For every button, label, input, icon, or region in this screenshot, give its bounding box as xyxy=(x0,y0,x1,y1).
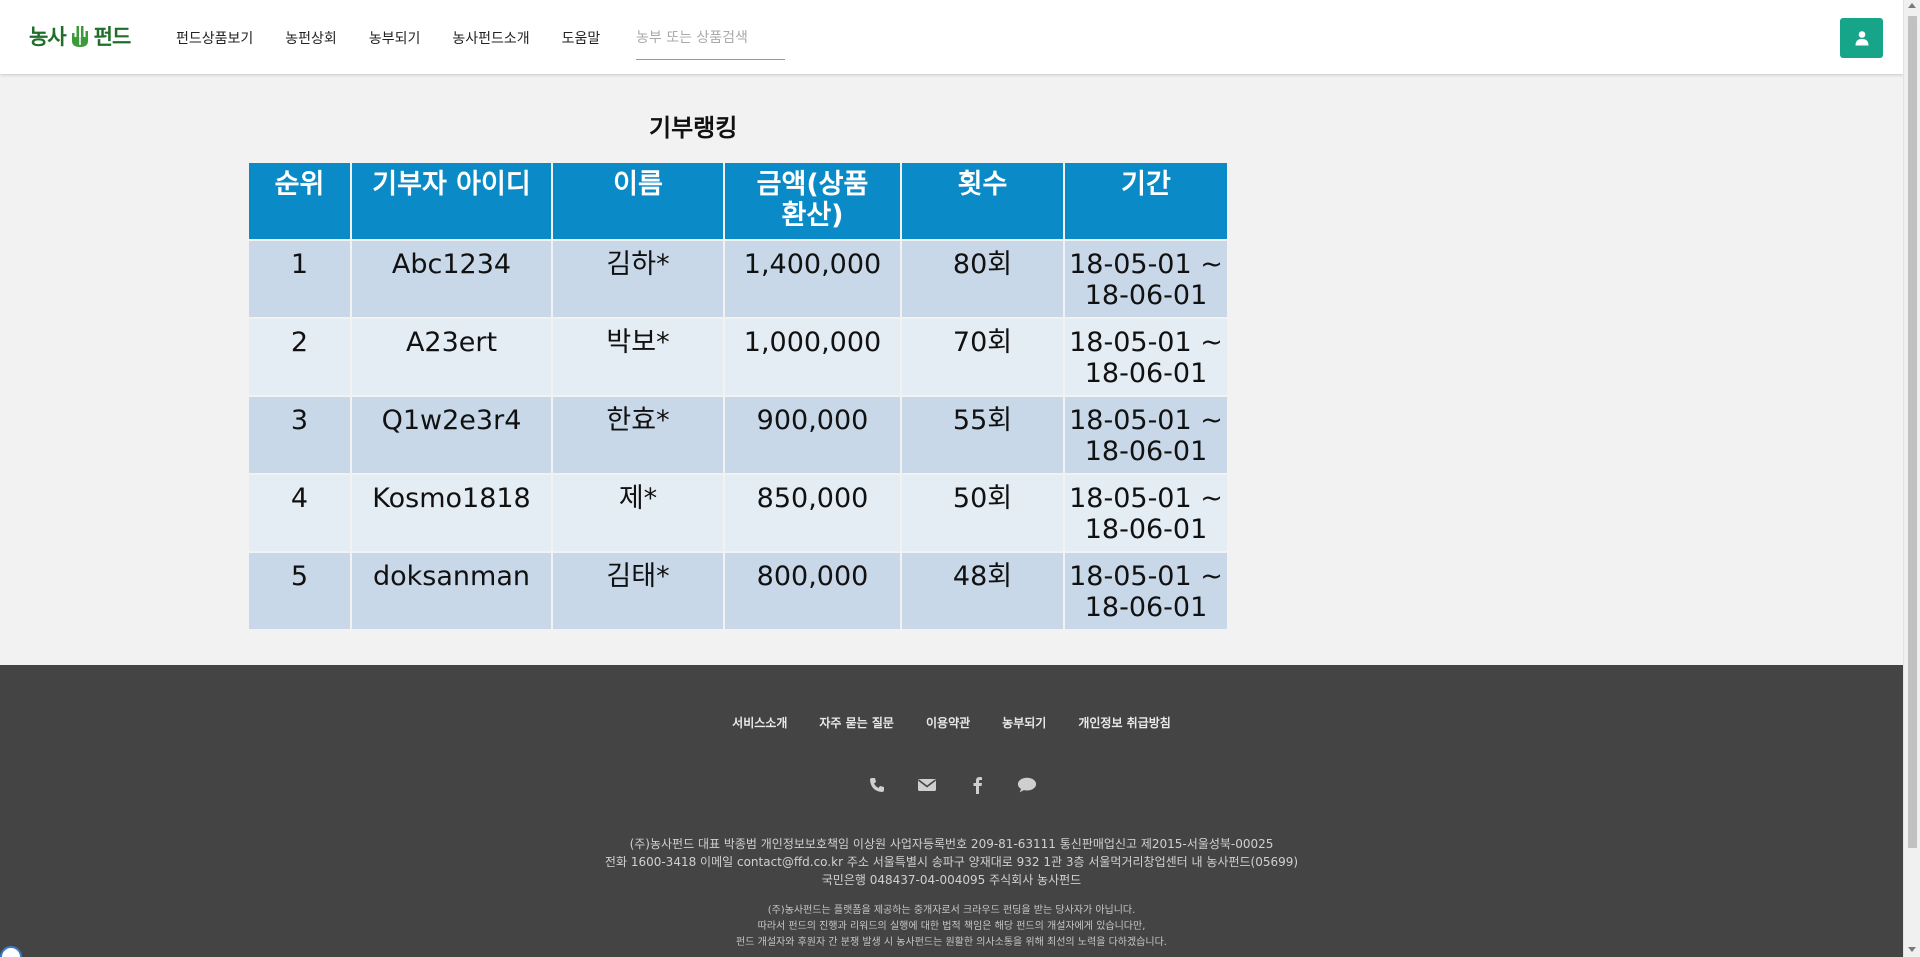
cell-count: 70회 xyxy=(902,319,1063,395)
cell-period: 18-05-01 ~ 18-06-01 xyxy=(1065,475,1227,551)
cell-amount: 900,000 xyxy=(725,397,900,473)
cell-count: 80회 xyxy=(902,241,1063,317)
cell-name: 박보* xyxy=(553,319,723,395)
footer-link-terms[interactable]: 이용약관 xyxy=(926,714,970,731)
cell-count: 50회 xyxy=(902,475,1063,551)
cell-amount: 1,400,000 xyxy=(725,241,900,317)
cell-count: 48회 xyxy=(902,553,1063,629)
phone-icon[interactable] xyxy=(867,775,887,795)
footer-link-service[interactable]: 서비스소개 xyxy=(732,714,787,731)
cell-donor-id: doksanman xyxy=(352,553,551,629)
nav-become-farmer[interactable]: 농부되기 xyxy=(369,28,421,48)
disclaimer-line: 펀드 개설자와 후원자 간 분쟁 발생 시 농사펀드는 원활한 의사소통을 위해… xyxy=(736,937,1167,948)
cell-period: 18-05-01 ~ 18-06-01 xyxy=(1065,319,1227,395)
page-title: 기부랭킹 xyxy=(649,114,738,142)
cell-count: 55회 xyxy=(902,397,1063,473)
footer: 서비스소개 자주 묻는 질문 이용약관 농부되기 개인정보 취급방침 (주)농사… xyxy=(0,665,1903,957)
table-row: 5 doksanman 김태* 800,000 48회 18-05-01 ~ 1… xyxy=(249,553,1227,629)
col-rank: 순위 xyxy=(249,163,350,239)
footer-link-privacy[interactable]: 개인정보 취급방침 xyxy=(1078,714,1171,731)
main-nav: 펀드상품보기 농펀상회 농부되기 농사펀드소개 도움말 xyxy=(176,28,632,48)
cell-name: 제* xyxy=(553,475,723,551)
nav-help[interactable]: 도움말 xyxy=(562,28,601,48)
scroll-down-arrow-icon[interactable] xyxy=(1908,947,1916,952)
footer-link-become-farmer[interactable]: 농부되기 xyxy=(1002,714,1046,731)
footer-icons xyxy=(0,775,1903,795)
scrollbar[interactable] xyxy=(1903,0,1920,957)
envelope-icon[interactable] xyxy=(917,775,937,795)
disclaimer-line: (주)농사펀드는 플랫폼을 제공하는 중개자로서 크라우드 펀딩을 받는 당사자… xyxy=(767,905,1136,916)
logo-text-left: 농사 xyxy=(29,25,67,49)
cell-amount: 850,000 xyxy=(725,475,900,551)
facebook-icon[interactable] xyxy=(967,775,987,795)
cell-period: 18-05-01 ~ 18-06-01 xyxy=(1065,553,1227,629)
cell-period: 18-05-01 ~ 18-06-01 xyxy=(1065,241,1227,317)
user-icon xyxy=(1855,31,1868,46)
cell-rank: 3 xyxy=(249,397,350,473)
cell-rank: 2 xyxy=(249,319,350,395)
company-info-line: 국민은행 048437-04-004095 주식회사 농사펀드 xyxy=(821,873,1082,887)
cell-donor-id: Q1w2e3r4 xyxy=(352,397,551,473)
nav-nongpun-store[interactable]: 농펀상회 xyxy=(285,28,337,48)
cell-amount: 800,000 xyxy=(725,553,900,629)
ranking-table: 순위 기부자 아이디 이름 금액(상품 환산) 횟수 기간 1 Abc1234 … xyxy=(247,161,1229,631)
hand-leaf-icon xyxy=(71,26,88,47)
disclaimer: (주)농사펀드는 플랫폼을 제공하는 중개자로서 크라우드 펀딩을 받는 당사자… xyxy=(0,903,1903,951)
nav-about[interactable]: 농사펀드소개 xyxy=(452,28,529,48)
table-row: 4 Kosmo1818 제* 850,000 50회 18-05-01 ~ 18… xyxy=(249,475,1227,551)
col-count: 횟수 xyxy=(902,163,1063,239)
logo-text-right: 펀드 xyxy=(93,25,132,49)
nav-fund-products[interactable]: 펀드상품보기 xyxy=(176,28,253,48)
scroll-thumb[interactable] xyxy=(1908,16,1917,848)
cell-donor-id: Kosmo1818 xyxy=(352,475,551,551)
cell-donor-id: A23ert xyxy=(352,319,551,395)
logo[interactable]: 농사 펀드 xyxy=(29,20,132,52)
header: 농사 펀드 펀드상품보기 농펀상회 농부되기 농사펀드소개 도움말 xyxy=(0,0,1903,74)
table-header-row: 순위 기부자 아이디 이름 금액(상품 환산) 횟수 기간 xyxy=(249,163,1227,239)
cell-rank: 4 xyxy=(249,475,350,551)
cell-rank: 5 xyxy=(249,553,350,629)
cell-name: 한효* xyxy=(553,397,723,473)
user-button[interactable] xyxy=(1840,18,1883,58)
footer-links: 서비스소개 자주 묻는 질문 이용약관 농부되기 개인정보 취급방침 xyxy=(0,714,1903,731)
cell-donor-id: Abc1234 xyxy=(352,241,551,317)
scroll-up-arrow-icon[interactable] xyxy=(1908,3,1916,8)
company-info-line: 전화 1600-3418 이메일 contact@ffd.co.kr 주소 서울… xyxy=(604,855,1299,869)
company-info: (주)농사펀드 대표 박종범 개인정보보호책임 이상원 사업자등록번호 209-… xyxy=(0,835,1903,889)
col-donor-id: 기부자 아이디 xyxy=(352,163,551,239)
company-info-line: (주)농사펀드 대표 박종범 개인정보보호책임 이상원 사업자등록번호 209-… xyxy=(629,837,1274,851)
cell-name: 김하* xyxy=(553,241,723,317)
footer-link-faq[interactable]: 자주 묻는 질문 xyxy=(819,714,894,731)
col-amount: 금액(상품 환산) xyxy=(725,163,900,239)
disclaimer-line: 따라서 펀드의 진행과 리워드의 실행에 대한 법적 책임은 해당 펀드의 개설… xyxy=(757,921,1146,932)
cell-amount: 1,000,000 xyxy=(725,319,900,395)
cell-rank: 1 xyxy=(249,241,350,317)
table-row: 2 A23ert 박보* 1,000,000 70회 18-05-01 ~ 18… xyxy=(249,319,1227,395)
search-input[interactable] xyxy=(636,24,785,60)
cell-name: 김태* xyxy=(553,553,723,629)
table-row: 3 Q1w2e3r4 한효* 900,000 55회 18-05-01 ~ 18… xyxy=(249,397,1227,473)
col-period: 기간 xyxy=(1065,163,1227,239)
col-name: 이름 xyxy=(553,163,723,239)
cell-period: 18-05-01 ~ 18-06-01 xyxy=(1065,397,1227,473)
table-row: 1 Abc1234 김하* 1,400,000 80회 18-05-01 ~ 1… xyxy=(249,241,1227,317)
chat-icon[interactable] xyxy=(1017,775,1037,795)
